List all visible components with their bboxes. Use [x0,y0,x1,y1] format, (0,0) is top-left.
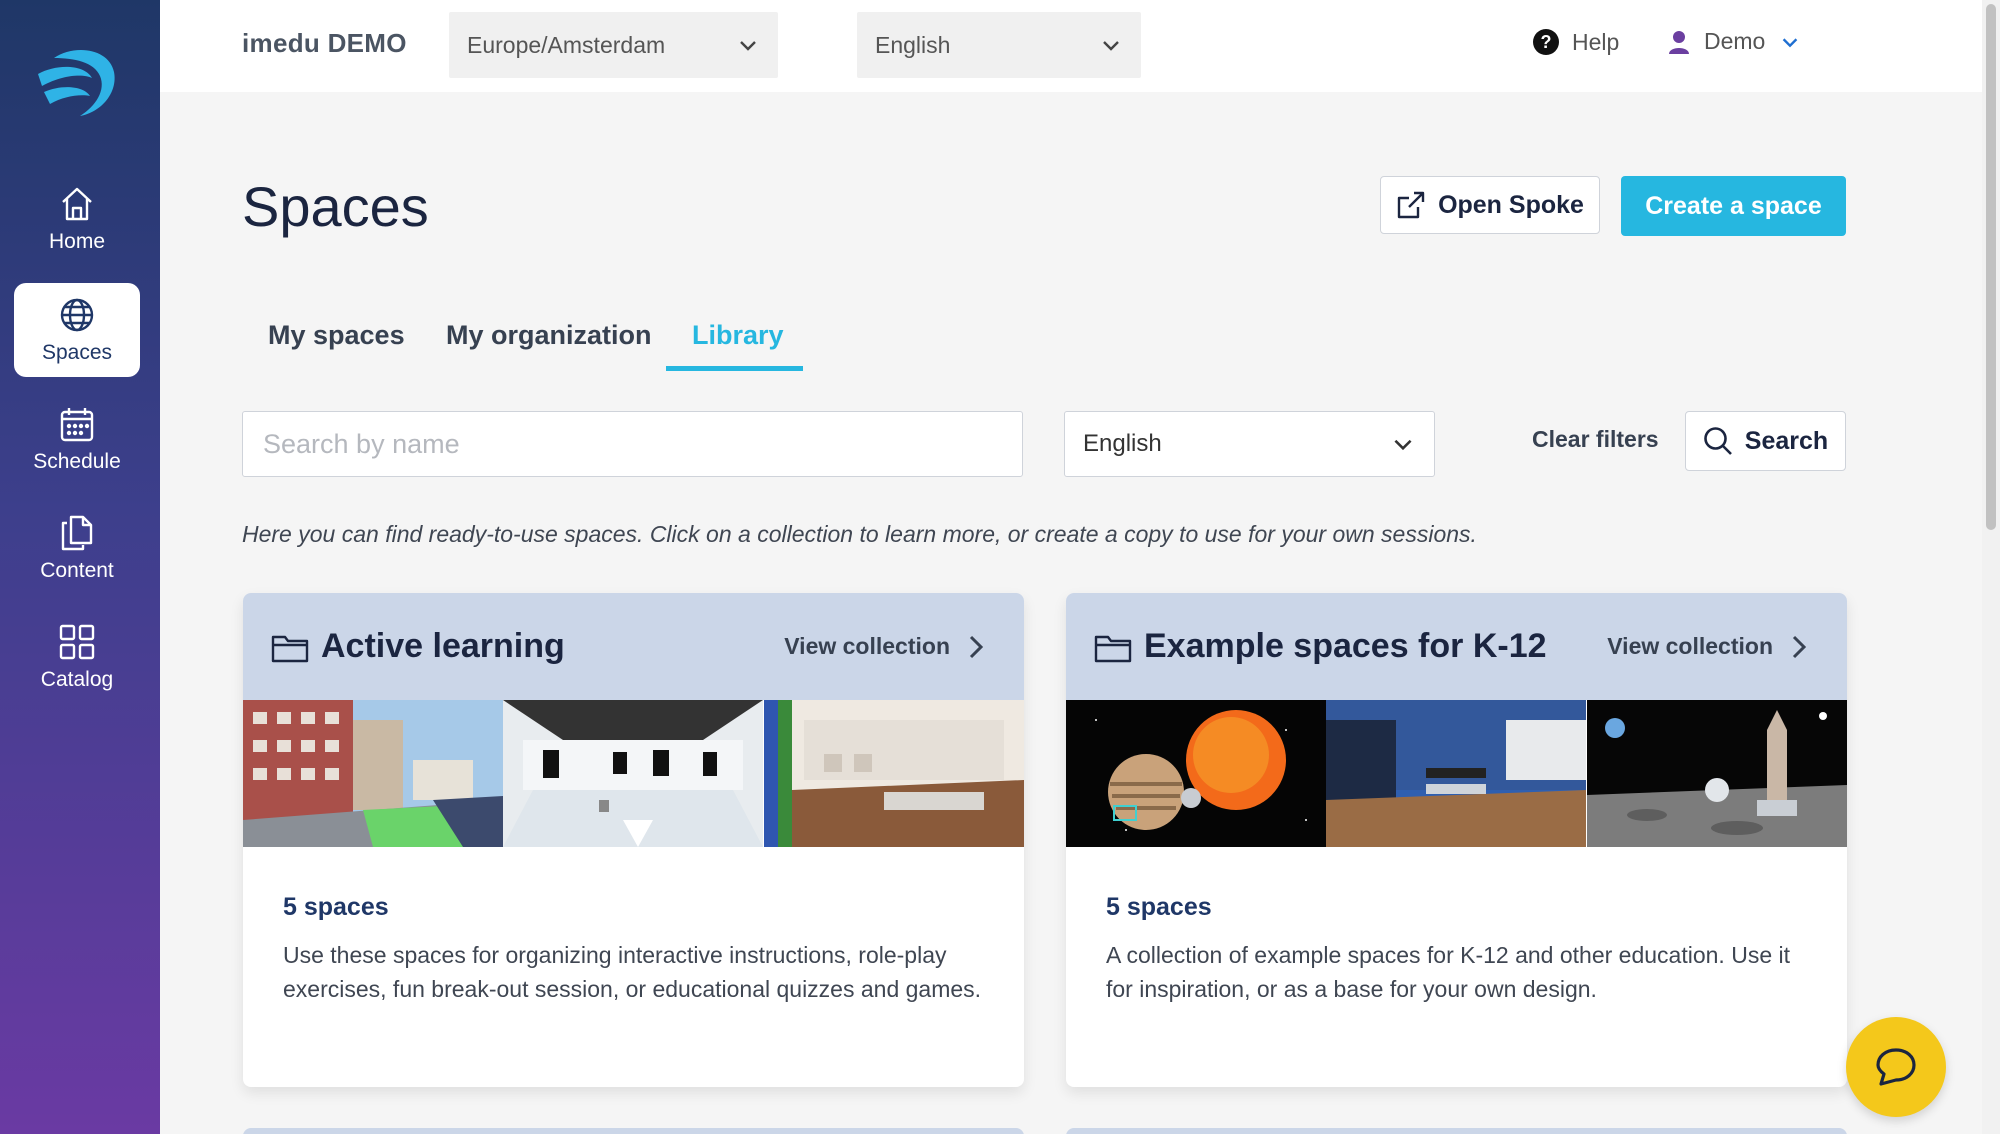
chevron-right-icon [1792,635,1807,658]
help-link[interactable]: ? Help [1532,28,1619,56]
chevron-right-icon [969,635,984,658]
chevron-down-icon [1783,37,1798,47]
help-label: Help [1572,28,1620,55]
page-title: Spaces [242,175,429,238]
chat-button[interactable] [1846,1017,1946,1117]
sidebar-item-label: Spaces [41,341,113,364]
space-thumbnail [503,700,764,847]
svg-text:?: ? [1541,32,1552,52]
user-menu[interactable]: Demo [1668,28,1801,55]
collection-thumbnails [243,700,1024,847]
collection-thumbnails [1066,700,1847,847]
documents-icon [61,515,93,551]
chat-bubble-icon [1876,1048,1916,1086]
timezone-value: Europe/Amsterdam [467,31,666,58]
user-name: Demo [1704,28,1766,54]
collection-title: Active learning [321,627,565,665]
interface-language-select[interactable]: English [857,12,1141,78]
timezone-select[interactable]: Europe/Amsterdam [449,12,778,78]
sidebar-item-content[interactable]: Content [14,501,140,595]
sidebar-item-schedule[interactable]: Schedule [14,392,140,486]
sidebar-item-catalog[interactable]: Catalog [14,610,140,704]
collection-card-partial[interactable] [1066,1128,1847,1134]
logo-icon[interactable] [34,44,120,120]
interface-language-value: English [875,31,951,58]
external-link-icon [1397,191,1425,219]
clear-filters-button[interactable]: Clear filters [1532,426,1659,453]
tab-library[interactable]: Library [692,320,784,351]
sidebar-item-label: Catalog [40,668,114,691]
grid-icon [59,624,95,660]
collection-description: Use these spaces for organizing interact… [283,942,982,1002]
space-thumbnail [1326,700,1587,847]
search-button[interactable]: Search [1685,411,1846,471]
tab-my-organization[interactable]: My organization [446,320,652,351]
library-intro-text: Here you can find ready-to-use spaces. C… [242,521,1477,547]
active-tab-indicator [666,366,803,371]
folder-icon [1094,635,1132,662]
help-icon: ? [1533,29,1559,55]
search-input[interactable] [242,411,1023,477]
collection-space-count: 5 spaces [283,893,389,921]
open-spoke-label: Open Spoke [1438,190,1584,219]
collection-card[interactable]: Example spaces for K-12 View collection [1066,593,1847,1087]
sidebar-item-spaces[interactable]: Spaces [14,283,140,377]
folder-icon [271,635,309,662]
collection-description: A collection of example spaces for K-12 … [1106,942,1791,1002]
collection-card-partial[interactable] [243,1128,1024,1134]
collection-title: Example spaces for K-12 [1144,627,1547,665]
chevron-down-icon [1103,41,1119,51]
sidebar: Home Spaces Schedule Content Catalog [0,0,160,1134]
chevron-down-icon [1394,439,1412,451]
collection-space-count: 5 spaces [1106,893,1212,921]
sidebar-item-label: Content [40,559,114,582]
tab-my-spaces[interactable]: My spaces [268,320,405,351]
sidebar-item-label: Schedule [33,450,121,473]
search-label: Search [1744,426,1829,455]
sidebar-item-home[interactable]: Home [14,172,140,266]
view-collection-label: View collection [1607,633,1773,659]
chevron-down-icon [740,41,756,51]
view-collection-link[interactable]: View collection [784,633,986,661]
collection-card-header: Example spaces for K-12 View collection [1066,593,1847,700]
view-collection-label: View collection [784,633,950,659]
user-icon [1669,30,1689,54]
view-collection-link[interactable]: View collection [1607,633,1809,661]
home-icon [62,187,92,221]
search-icon [1703,427,1732,455]
calendar-icon [60,408,94,442]
globe-icon [60,298,94,332]
language-filter-value: English [1083,430,1162,457]
open-spoke-button[interactable]: Open Spoke [1380,176,1600,234]
organization-name: imedu DEMO [242,28,407,58]
scrollbar-thumb[interactable] [1986,4,1996,530]
space-thumbnail [1066,700,1326,847]
create-space-button[interactable]: Create a space [1621,176,1846,236]
collection-card[interactable]: Active learning View collection 5 spaces… [243,593,1024,1087]
language-filter-select[interactable]: English [1064,411,1435,477]
space-thumbnail [763,700,1024,847]
top-bar: imedu DEMO Europe/Amsterdam English ? He… [160,0,1982,92]
space-thumbnail [243,700,503,847]
sidebar-item-label: Home [48,230,106,253]
space-thumbnail [1586,700,1847,847]
collection-card-header: Active learning View collection [243,593,1024,700]
